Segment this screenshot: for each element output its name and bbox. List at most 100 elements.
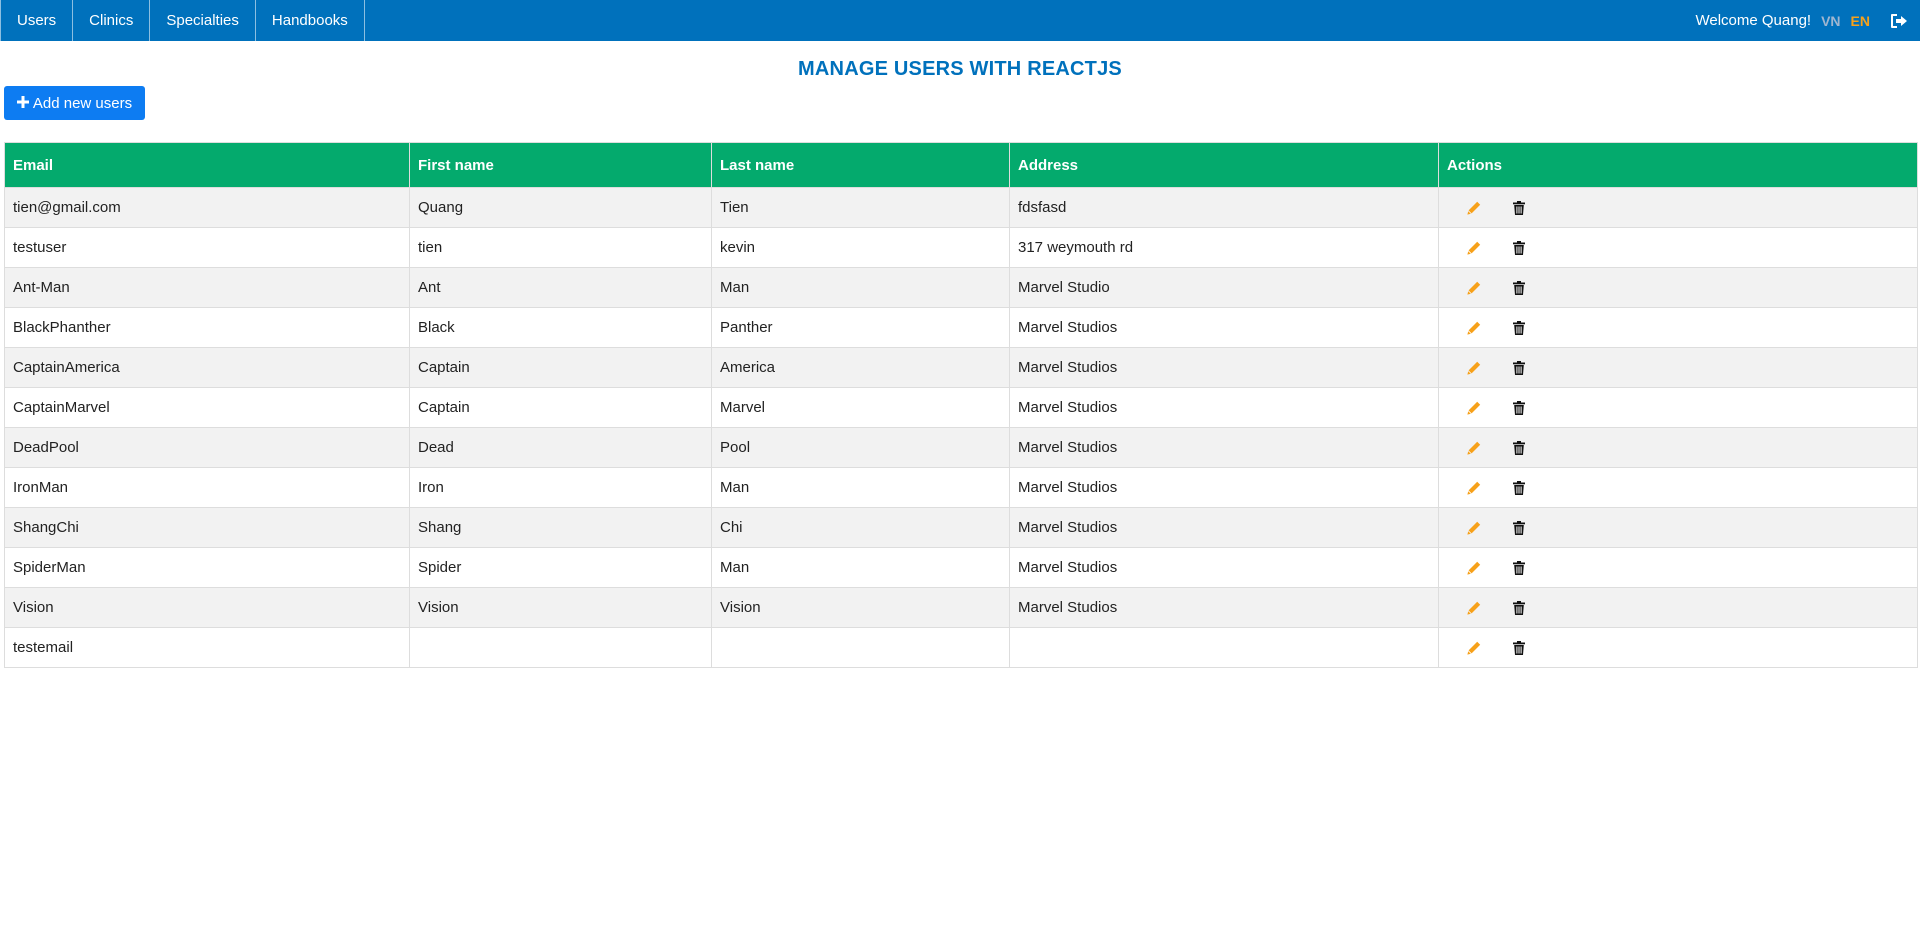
cell-address: Marvel Studios <box>1009 507 1439 548</box>
add-new-users-button[interactable]: Add new users <box>4 86 145 120</box>
trash-icon[interactable] <box>1513 440 1525 455</box>
cell-email: CaptainMarvel <box>4 387 410 428</box>
language-en[interactable]: EN <box>1851 13 1870 29</box>
cell-actions <box>1438 507 1918 548</box>
table-row: CaptainAmerica Captain America Marvel Studi… <box>4 347 1918 388</box>
cell-first-name: Captain <box>409 347 712 388</box>
trash-icon[interactable] <box>1513 640 1525 655</box>
cell-email: CaptainAmerica <box>4 347 410 388</box>
users-table: Email First name Last name Address Actio… <box>4 142 1918 668</box>
table-row: CaptainMarvel Captain Marvel Marvel Studios <box>4 387 1918 428</box>
cell-last-name: Chi <box>711 507 1010 548</box>
table-row: IronMan Iron Man Marvel Studios <box>4 467 1918 508</box>
header-actions: Actions <box>1438 142 1918 188</box>
pencil-icon[interactable] <box>1467 601 1481 615</box>
row-actions <box>1447 320 1909 335</box>
trash-icon[interactable] <box>1513 400 1525 415</box>
trash-icon[interactable] <box>1513 600 1525 615</box>
cell-email: Ant-Man <box>4 267 410 308</box>
trash-icon[interactable] <box>1513 480 1525 495</box>
table-row: BlackPhanther Black Panther Marvel Studios <box>4 307 1918 348</box>
cell-email: Vision <box>4 587 410 628</box>
cell-last-name: Vision <box>711 587 1010 628</box>
nav-item-handbooks[interactable]: Handbooks <box>256 0 365 41</box>
nav-item-clinics[interactable]: Clinics <box>73 0 151 41</box>
row-actions <box>1447 200 1909 215</box>
pencil-icon[interactable] <box>1467 321 1481 335</box>
plus-icon <box>16 95 29 112</box>
cell-last-name: Man <box>711 267 1010 308</box>
pencil-icon[interactable] <box>1467 441 1481 455</box>
pencil-icon[interactable] <box>1467 361 1481 375</box>
row-actions <box>1447 360 1909 375</box>
pencil-icon[interactable] <box>1467 241 1481 255</box>
cell-actions <box>1438 427 1918 468</box>
pencil-icon[interactable] <box>1467 481 1481 495</box>
main-nav: Users Clinics Specialties Handbooks <box>0 0 365 41</box>
table-row: Ant-Man Ant Man Marvel Studio <box>4 267 1918 308</box>
language-vn[interactable]: VN <box>1821 13 1840 29</box>
cell-actions <box>1438 187 1918 228</box>
cell-email: SpiderMan <box>4 547 410 588</box>
cell-email: DeadPool <box>4 427 410 468</box>
cell-last-name: kevin <box>711 227 1010 268</box>
table-row: DeadPool Dead Pool Marvel Studios <box>4 427 1918 468</box>
sign-out-icon[interactable] <box>1890 13 1908 29</box>
cell-address: Marvel Studios <box>1009 467 1439 508</box>
table-header-row: Email First name Last name Address Actio… <box>4 142 1918 188</box>
table-row: testuser tien kevin 317 weymouth rd <box>4 227 1918 268</box>
cell-first-name: tien <box>409 227 712 268</box>
trash-icon[interactable] <box>1513 200 1525 215</box>
cell-email: tien@gmail.com <box>4 187 410 228</box>
pencil-icon[interactable] <box>1467 401 1481 415</box>
trash-icon[interactable] <box>1513 280 1525 295</box>
cell-actions <box>1438 587 1918 628</box>
page-title: MANAGE USERS WITH REACTJS <box>798 58 1122 80</box>
cell-actions <box>1438 627 1918 668</box>
cell-last-name: America <box>711 347 1010 388</box>
trash-icon[interactable] <box>1513 240 1525 255</box>
cell-email: testuser <box>4 227 410 268</box>
cell-actions <box>1438 467 1918 508</box>
cell-address: Marvel Studios <box>1009 547 1439 588</box>
cell-first-name <box>409 627 712 668</box>
cell-first-name: Shang <box>409 507 712 548</box>
users-table-body: tien@gmail.com Quang Tien fdsfasd testuser ti… <box>4 187 1918 668</box>
cell-email: IronMan <box>4 467 410 508</box>
table-row: tien@gmail.com Quang Tien fdsfasd <box>4 187 1918 228</box>
table-row: SpiderMan Spider Man Marvel Studios <box>4 547 1918 588</box>
row-actions <box>1447 560 1909 575</box>
nav-item-specialties[interactable]: Specialties <box>150 0 256 41</box>
cell-first-name: Iron <box>409 467 712 508</box>
trash-icon[interactable] <box>1513 520 1525 535</box>
cell-email: testemail <box>4 627 410 668</box>
cell-actions <box>1438 227 1918 268</box>
header-last-name: Last name <box>711 142 1010 188</box>
trash-icon[interactable] <box>1513 320 1525 335</box>
cell-first-name: Vision <box>409 587 712 628</box>
cell-email: BlackPhanther <box>4 307 410 348</box>
welcome-text: Welcome Quang! <box>1695 12 1812 29</box>
row-actions <box>1447 280 1909 295</box>
pencil-icon[interactable] <box>1467 641 1481 655</box>
cell-actions <box>1438 267 1918 308</box>
cell-actions <box>1438 387 1918 428</box>
cell-address: Marvel Studios <box>1009 427 1439 468</box>
trash-icon[interactable] <box>1513 560 1525 575</box>
pencil-icon[interactable] <box>1467 281 1481 295</box>
nav-item-users[interactable]: Users <box>0 0 74 41</box>
header-email: Email <box>4 142 410 188</box>
trash-icon[interactable] <box>1513 360 1525 375</box>
pencil-icon[interactable] <box>1467 521 1481 535</box>
cell-last-name: Man <box>711 547 1010 588</box>
cell-first-name: Black <box>409 307 712 348</box>
cell-address: 317 weymouth rd <box>1009 227 1439 268</box>
add-new-users-label: Add new users <box>32 94 133 112</box>
row-actions <box>1447 440 1909 455</box>
cell-first-name: Dead <box>409 427 712 468</box>
pencil-icon[interactable] <box>1467 561 1481 575</box>
cell-address: Marvel Studios <box>1009 587 1439 628</box>
table-row: ShangChi Shang Chi Marvel Studios <box>4 507 1918 548</box>
cell-last-name <box>711 627 1010 668</box>
pencil-icon[interactable] <box>1467 201 1481 215</box>
